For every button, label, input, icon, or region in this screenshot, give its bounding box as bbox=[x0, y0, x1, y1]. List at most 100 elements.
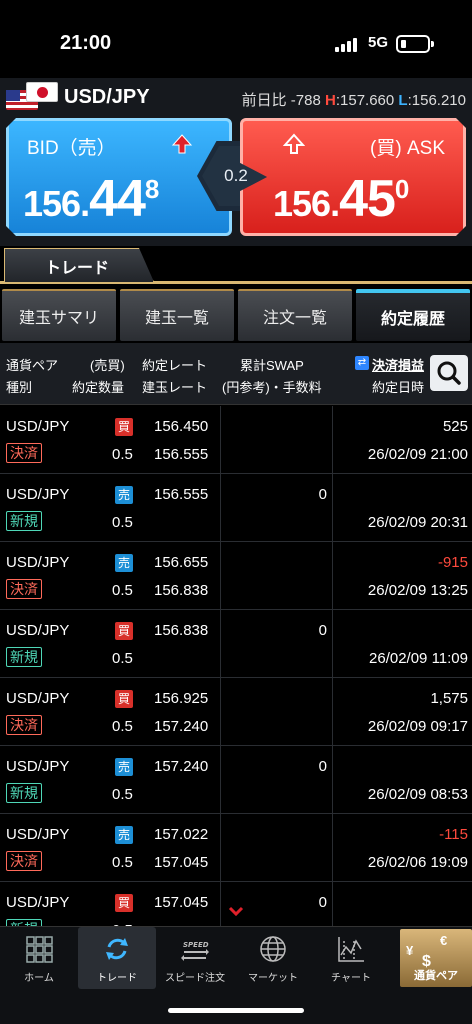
row-open-rate: 157.240 bbox=[154, 718, 209, 735]
col-datetime: 約定日時 bbox=[372, 380, 425, 395]
col-qty: 約定数量 bbox=[72, 380, 125, 395]
nav-speed-order[interactable]: SPEED スピード注文 bbox=[156, 927, 234, 989]
bid-price-main: 156. bbox=[23, 183, 90, 224]
bid-price: 156.448 bbox=[23, 169, 158, 229]
tab-position-list[interactable]: 建玉一覧 bbox=[120, 289, 234, 341]
row-side-badge: 買 bbox=[115, 622, 133, 640]
divider bbox=[332, 814, 333, 881]
trade-tab-row: トレード bbox=[0, 246, 472, 284]
bid-price-sup: 8 bbox=[144, 174, 159, 204]
row-pl: 1,575 bbox=[430, 690, 468, 707]
row-side-badge: 買 bbox=[115, 690, 133, 708]
low-label: L bbox=[398, 92, 408, 109]
row-swap: 0 bbox=[318, 486, 327, 503]
tab-position-summary[interactable]: 建玉サマリ bbox=[2, 289, 116, 341]
row-type-badge: 新規 bbox=[6, 647, 42, 667]
row-swap: 0 bbox=[318, 622, 327, 639]
row-pair: USD/JPY bbox=[6, 418, 70, 435]
tab-trade[interactable]: トレード bbox=[4, 248, 154, 282]
currency-icon: ¥ bbox=[406, 943, 414, 958]
row-side-badge: 買 bbox=[115, 418, 133, 436]
scroll-down-icon[interactable] bbox=[228, 906, 244, 916]
high-label: H bbox=[325, 92, 336, 109]
divider bbox=[332, 542, 333, 609]
row-qty: 0.5 bbox=[112, 446, 133, 463]
table-row[interactable]: USD/JPY 決済 売 0.5 156.655 156.838 -915 26/02/09 … bbox=[0, 542, 472, 610]
tab-order-list[interactable]: 注文一覧 bbox=[238, 289, 352, 341]
row-pl: -915 bbox=[437, 554, 468, 571]
row-qty: 0.5 bbox=[112, 582, 133, 599]
ask-price-main: 156. bbox=[273, 183, 340, 224]
pair-name: USD/JPY bbox=[64, 86, 150, 108]
speed-icon: SPEED bbox=[181, 941, 209, 961]
row-side-badge: 売 bbox=[115, 758, 133, 776]
nav-market-label: マーケット bbox=[248, 973, 298, 984]
currency-pair-label: 通貨ペア bbox=[414, 970, 458, 982]
row-type-badge: 決済 bbox=[6, 851, 42, 871]
table-row[interactable]: USD/JPY 決済 買 0.5 156.450 156.555 525 26/02/09 2… bbox=[0, 406, 472, 474]
grid-icon bbox=[26, 936, 53, 963]
row-type-badge: 決済 bbox=[6, 443, 42, 463]
row-qty: 0.5 bbox=[112, 854, 133, 871]
row-pair: USD/JPY bbox=[6, 758, 70, 775]
row-side-badge: 買 bbox=[115, 894, 133, 912]
globe-icon bbox=[260, 936, 286, 962]
col-type: 種別 bbox=[6, 380, 33, 395]
tab-execution-history[interactable]: 約定履歴 bbox=[356, 289, 470, 341]
row-pair: USD/JPY bbox=[6, 894, 70, 911]
col-open-rate: 建玉レート bbox=[142, 380, 208, 395]
nav-home[interactable]: ホーム bbox=[0, 927, 78, 989]
pair-header[interactable]: USD/JPY 前日比 -788 H:157.660 L:156.210 bbox=[0, 78, 472, 118]
divider bbox=[220, 474, 221, 541]
home-indicator bbox=[168, 1008, 304, 1013]
divider bbox=[220, 746, 221, 813]
col-pl-toggle[interactable]: 決済損益 bbox=[372, 355, 424, 374]
col-fee: (円参考)・手数料 bbox=[222, 380, 322, 395]
ask-button[interactable]: (買) ASK 156.450 bbox=[240, 118, 466, 236]
divider bbox=[332, 406, 333, 473]
battery-tip bbox=[431, 41, 434, 47]
divider bbox=[220, 542, 221, 609]
row-open-rate: 157.045 bbox=[154, 854, 209, 871]
row-qty: 0.5 bbox=[112, 650, 133, 667]
bid-label: BID（売） bbox=[27, 138, 116, 159]
table-row[interactable]: USD/JPY 新規 売 0.5 156.555 0 26/02/09 20:31 bbox=[0, 474, 472, 542]
network-label: 5G bbox=[368, 34, 389, 51]
swap-sort-icon[interactable]: ⇄ bbox=[355, 356, 369, 370]
divider bbox=[220, 678, 221, 745]
table-row[interactable]: USD/JPY 新規 買 0.5 156.838 0 26/02/09 11:09 bbox=[0, 610, 472, 678]
nav-market[interactable]: マーケット bbox=[234, 927, 312, 989]
row-pair: USD/JPY bbox=[6, 554, 70, 571]
low-value: 156.210 bbox=[411, 92, 466, 109]
nav-home-label: ホーム bbox=[24, 973, 54, 984]
row-type-badge: 新規 bbox=[6, 511, 42, 531]
table-row[interactable]: USD/JPY 新規 売 0.5 157.240 0 26/02/09 08:53 bbox=[0, 746, 472, 814]
nav-chart[interactable]: チャート bbox=[312, 927, 390, 989]
divider bbox=[332, 746, 333, 813]
bid-price-big: 44 bbox=[89, 170, 145, 228]
row-rate: 156.925 bbox=[154, 690, 209, 707]
table-row[interactable]: USD/JPY 決済 買 0.5 156.925 157.240 1,575 26/02/09… bbox=[0, 678, 472, 746]
currency-pair-button[interactable]: ¥ $ € 通貨ペア bbox=[400, 929, 472, 987]
sub-tabs: 建玉サマリ 建玉一覧 注文一覧 約定履歴 bbox=[0, 287, 472, 343]
col-rate: 約定レート bbox=[142, 358, 208, 373]
ask-price-sup: 0 bbox=[394, 174, 409, 204]
high-value: 157.660 bbox=[340, 92, 395, 109]
row-datetime: 26/02/09 21:00 bbox=[367, 446, 468, 463]
table-row[interactable]: USD/JPY 決済 売 0.5 157.022 157.045 -115 26/02/06 … bbox=[0, 814, 472, 882]
battery-icon bbox=[396, 35, 430, 53]
nav-trade[interactable]: トレード bbox=[78, 927, 156, 989]
row-rate: 157.022 bbox=[154, 826, 209, 843]
row-qty: 0.5 bbox=[112, 718, 133, 735]
row-pair: USD/JPY bbox=[6, 486, 70, 503]
row-pl: -115 bbox=[439, 826, 468, 843]
col-side: (売買) bbox=[90, 358, 125, 373]
row-rate: 156.555 bbox=[154, 486, 209, 503]
row-pair: USD/JPY bbox=[6, 622, 70, 639]
ask-price-big: 45 bbox=[339, 170, 395, 228]
quote-panel: BID（売） 156.448 0.2 (買) ASK 156.450 bbox=[0, 118, 472, 246]
row-type-badge: 決済 bbox=[6, 715, 42, 735]
arrow-up-outline-icon bbox=[283, 133, 305, 155]
search-button[interactable] bbox=[430, 355, 468, 391]
row-side-badge: 売 bbox=[115, 486, 133, 504]
